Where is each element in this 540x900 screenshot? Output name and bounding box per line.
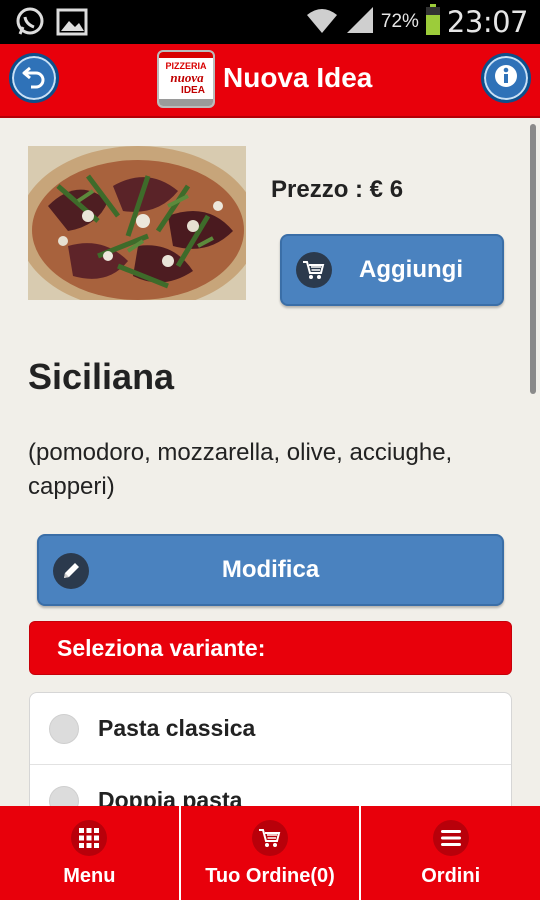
app-header: PIZZERIA nuova IDEA Nuova Idea [0, 44, 540, 118]
grid-icon [71, 820, 108, 856]
nav-menu-label: Menu [63, 865, 116, 887]
variant-label: Pasta classica [98, 715, 256, 741]
pizza-photo [28, 146, 246, 300]
product-detail[interactable]: Prezzo : € 6 Aggiungi Siciliana (pomodor… [0, 118, 540, 806]
clock: 23:07 [446, 5, 529, 39]
app-logo: PIZZERIA nuova IDEA [157, 50, 215, 108]
svg-text:IDEA: IDEA [181, 85, 205, 96]
status-bar: 72% 23:07 [0, 0, 540, 44]
info-button[interactable] [481, 53, 531, 103]
cart-icon [296, 252, 332, 288]
nav-your-order[interactable]: Tuo Ordine(0) [181, 806, 362, 900]
app-title: Nuova Idea [223, 62, 373, 93]
info-icon [493, 63, 519, 94]
edit-button[interactable]: Modifica [37, 534, 504, 606]
scrollbar[interactable] [530, 124, 536, 394]
nav-menu[interactable]: Menu [0, 806, 181, 900]
variant-list: Pasta classica Doppia pasta [29, 692, 512, 806]
pencil-icon [53, 553, 89, 589]
product-name: Siciliana [28, 356, 175, 397]
svg-text:nuova: nuova [170, 70, 204, 85]
variant-option[interactable]: Doppia pasta [30, 765, 511, 806]
add-to-cart-label: Aggiungi [359, 256, 463, 283]
product-description: (pomodoro, mozzarella, olive, acciughe, … [28, 439, 453, 500]
radio-button[interactable] [49, 714, 79, 744]
variant-option[interactable]: Pasta classica [30, 693, 511, 765]
price-label: Prezzo : € 6 [271, 176, 404, 203]
image-notification-icon [56, 6, 88, 38]
edit-label: Modifica [221, 556, 320, 583]
nav-your-order-label: Tuo Ordine(0) [205, 865, 335, 887]
variant-label: Doppia pasta [98, 787, 243, 806]
battery-icon [425, 3, 441, 41]
bottom-nav: Menu Tuo Ordine(0) Ordini [0, 806, 540, 900]
radio-button[interactable] [49, 786, 79, 806]
variant-section-title: Seleziona variante: [29, 621, 512, 675]
battery-percent: 72% [380, 11, 419, 32]
list-icon [432, 820, 469, 856]
nav-orders-label: Ordini [421, 865, 481, 887]
signal-icon [345, 5, 375, 40]
back-arrow-icon [21, 63, 47, 94]
whatsapp-icon [14, 6, 46, 38]
nav-orders[interactable]: Ordini [361, 806, 540, 900]
add-to-cart-button[interactable]: Aggiungi [280, 234, 504, 306]
cart-icon [252, 820, 288, 856]
back-button[interactable] [9, 53, 59, 103]
wifi-icon [305, 5, 339, 40]
